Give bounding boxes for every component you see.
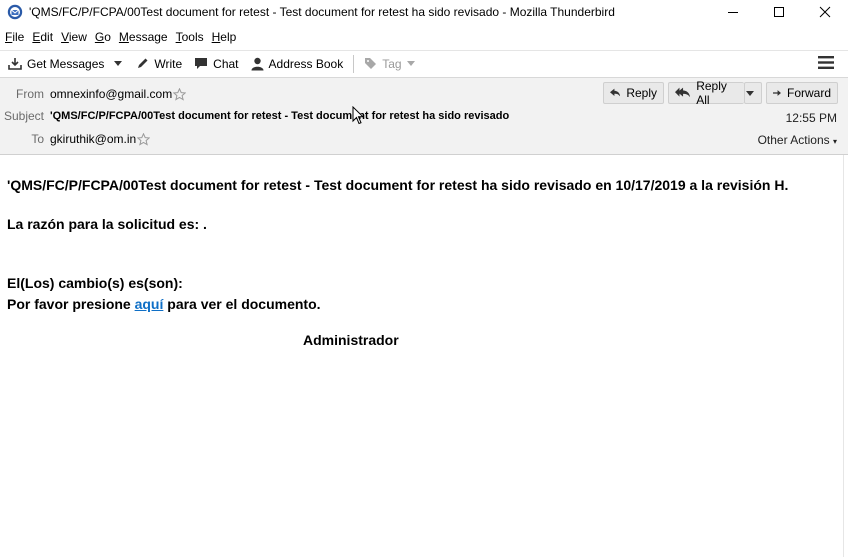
download-tray-icon [8,57,22,70]
toolbar-separator [353,54,355,73]
minimize-icon [728,12,738,13]
menu-view[interactable]: View [61,30,87,44]
body-line-revision: 'QMS/FC/P/FCPA/00Test document for retes… [7,177,789,193]
write-label: Write [154,56,183,71]
window-title: 'QMS/FC/P/FCPA/00Test document for retes… [29,5,615,19]
chat-button[interactable]: Chat [188,52,244,76]
reply-arrow-icon [610,88,621,97]
body-line-link: Por favor presione aquí para ver el docu… [7,294,839,315]
reply-button[interactable]: Reply [603,82,664,104]
mouse-cursor-icon [352,106,364,125]
press-text-before: Por favor presione [7,296,135,312]
forward-button[interactable]: Forward [766,82,838,104]
close-icon [819,6,831,18]
chat-bubble-icon [195,58,208,69]
reply-all-label: Reply All [696,79,727,107]
menu-bar: File Edit View Go Message Tools Help [0,26,848,48]
address-book-button[interactable]: Address Book [245,52,350,76]
menu-edit[interactable]: Edit [32,30,53,44]
reply-all-arrow-icon [675,87,691,98]
from-label: From [16,87,44,101]
star-icon[interactable] [137,132,151,146]
write-button[interactable]: Write [130,52,188,76]
pencil-icon [138,58,148,68]
get-messages-label: Get Messages [27,56,105,71]
window-controls [710,0,848,24]
subject-text: 'QMS/FC/P/FCPA/00Test document for retes… [50,110,510,122]
menu-file[interactable]: File [5,30,24,44]
maximize-icon [774,7,784,17]
subject-row: Subject 'QMS/FC/P/FCPA/00Test document f… [0,109,509,123]
from-address[interactable]: omnexinfo@gmail.com [50,87,172,101]
signature: Administrador [303,332,399,348]
message-time: 12:55 PM [785,111,837,125]
menu-tools[interactable]: Tools [176,30,204,44]
maximize-button[interactable] [756,0,802,24]
reply-all-dropdown[interactable] [744,82,762,104]
app-menu-hamburger-icon[interactable] [818,56,834,69]
menu-go[interactable]: Go [95,30,111,44]
thunderbird-logo-icon [7,4,23,20]
main-toolbar: Get Messages Write Chat Address Book Tag [0,50,848,76]
address-book-label: Address Book [268,56,344,71]
tag-icon [365,58,377,69]
star-icon[interactable] [173,87,187,101]
content-edge [843,155,844,557]
reply-all-button[interactable]: Reply All [668,79,744,107]
chevron-down-icon [114,61,123,66]
menu-help[interactable]: Help [212,30,237,44]
document-link[interactable]: aquí [135,296,164,312]
to-label: To [31,132,44,146]
get-messages-button[interactable]: Get Messages [0,52,110,76]
press-text-after: para ver el documento. [163,296,321,312]
message-header: From omnexinfo@gmail.com Subject 'QMS/FC… [0,77,848,155]
dropdown-caret-icon: ▾ [832,137,837,146]
from-row: From omnexinfo@gmail.com [0,87,187,101]
tag-label: Tag [382,56,402,71]
close-button[interactable] [802,0,848,24]
chat-label: Chat [213,56,239,71]
menu-message[interactable]: Message [119,30,168,44]
forward-arrow-icon [773,90,781,96]
body-line-reason: La razón para la solicitud es: . [7,216,207,232]
chevron-down-icon [406,61,415,66]
other-actions-menu[interactable]: Other Actions ▾ [758,133,837,147]
to-row: To gkiruthik@om.in [0,132,151,146]
subject-label: Subject [3,109,44,123]
reply-label: Reply [626,86,657,100]
get-messages-dropdown[interactable] [110,52,126,76]
body-line-changes: El(Los) cambio(s) es(son): [7,275,183,291]
person-icon [251,57,264,70]
title-bar: 'QMS/FC/P/FCPA/00Test document for retes… [0,0,848,24]
message-body: 'QMS/FC/P/FCPA/00Test document for retes… [7,175,839,351]
chevron-down-icon [746,90,754,96]
minimize-button[interactable] [710,0,756,24]
to-address[interactable]: gkiruthik@om.in [50,132,136,146]
forward-label: Forward [786,86,831,100]
other-actions-label: Other Actions [757,133,830,147]
tag-button[interactable]: Tag [358,52,425,76]
